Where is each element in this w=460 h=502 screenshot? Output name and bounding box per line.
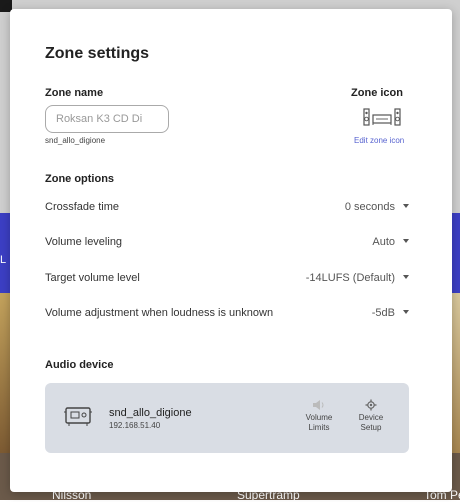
gear-icon — [365, 399, 377, 411]
device-setup-label-line1: Device — [358, 413, 384, 422]
chevron-down-icon[interactable] — [403, 239, 409, 243]
zone-device-id: snd_allo_digione — [45, 136, 106, 145]
zone-settings-dialog: Zone settings Zone name Zone icon snd_al… — [10, 9, 452, 492]
device-ip: 192.168.51.40 — [109, 421, 161, 430]
speaker-icon — [313, 400, 324, 410]
dialog-title: Zone settings — [45, 45, 150, 62]
device-setup-button[interactable]: Device Setup — [351, 399, 391, 433]
option-value-dropdown[interactable]: -14LUFS (Default) — [306, 272, 395, 284]
album-tile-left — [0, 293, 10, 453]
zone-name-label: Zone name — [45, 87, 104, 99]
album-tile-right — [452, 293, 460, 453]
option-crossfade-time[interactable]: Crossfade time 0 seconds — [45, 201, 409, 219]
volume-limits-label-line2: Limits — [308, 423, 330, 432]
option-target-volume-level[interactable]: Target volume level -14LUFS (Default) — [45, 272, 409, 290]
option-volume-adjustment[interactable]: Volume adjustment when loudness is unkno… — [45, 307, 409, 325]
option-label: Volume leveling — [45, 236, 123, 248]
option-value-dropdown[interactable]: -5dB — [372, 307, 395, 319]
option-label: Volume adjustment when loudness is unkno… — [45, 307, 274, 319]
chevron-down-icon[interactable] — [403, 275, 409, 279]
audio-device-heading: Audio device — [45, 359, 114, 371]
option-volume-leveling[interactable]: Volume leveling Auto — [45, 236, 409, 254]
audio-device-card: snd_allo_digione 192.168.51.40 Volume Li… — [45, 383, 409, 453]
background-letter: L — [0, 254, 7, 266]
volume-limits-button[interactable]: Volume Limits — [299, 399, 339, 433]
option-label: Crossfade time — [45, 201, 119, 213]
edit-zone-icon-link[interactable]: Edit zone icon — [354, 136, 404, 145]
zone-name-input[interactable] — [45, 105, 169, 133]
volume-limits-label-line1: Volume — [305, 413, 333, 422]
device-name: snd_allo_digione — [109, 407, 192, 419]
device-board-icon — [64, 407, 92, 426]
chevron-down-icon[interactable] — [403, 204, 409, 208]
option-value-dropdown[interactable]: Auto — [372, 236, 395, 248]
chevron-down-icon[interactable] — [403, 310, 409, 314]
option-label: Target volume level — [45, 272, 140, 284]
zone-icon-label: Zone icon — [351, 87, 403, 99]
speakers-and-amp-icon[interactable] — [363, 107, 403, 127]
device-setup-label-line2: Setup — [360, 423, 382, 432]
zone-options-heading: Zone options — [45, 173, 115, 185]
option-value-dropdown[interactable]: 0 seconds — [345, 201, 395, 213]
